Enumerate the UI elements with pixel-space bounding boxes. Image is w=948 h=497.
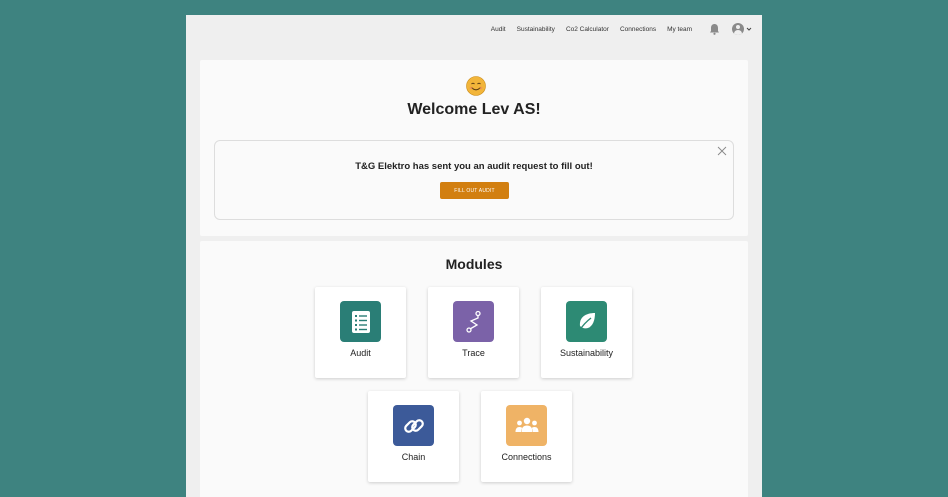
people-icon	[506, 405, 547, 446]
module-label-trace: Trace	[462, 348, 485, 358]
route-icon	[453, 301, 494, 342]
nav-link-my-team[interactable]: My team	[667, 26, 692, 33]
modules-card: Modules Audit Trace Sustainability Chain…	[200, 241, 748, 497]
nav-link-sustainability[interactable]: Sustainability	[517, 26, 555, 33]
module-tile-sustainability[interactable]: Sustainability	[541, 287, 632, 378]
module-tile-trace[interactable]: Trace	[428, 287, 519, 378]
smiley-icon	[466, 76, 486, 96]
chevron-down-icon	[746, 27, 752, 31]
welcome-title: Welcome Lev AS!	[407, 101, 541, 118]
bell-icon[interactable]	[708, 23, 720, 35]
module-label-chain: Chain	[401, 452, 426, 462]
app-window: Audit Sustainability Co2 Calculator Conn…	[186, 15, 762, 497]
avatar-icon	[732, 23, 744, 35]
nav-link-connections[interactable]: Connections	[620, 26, 656, 33]
module-label-sustainability: Sustainability	[559, 348, 614, 358]
modules-title: Modules	[445, 256, 503, 272]
leaf-icon	[566, 301, 607, 342]
module-tile-chain[interactable]: Chain	[368, 391, 459, 482]
checklist-icon	[340, 301, 381, 342]
user-menu[interactable]	[732, 23, 752, 35]
nav-link-audit[interactable]: Audit	[491, 26, 506, 33]
top-navigation: Audit Sustainability Co2 Calculator Conn…	[186, 15, 762, 43]
module-tile-audit[interactable]: Audit	[315, 287, 406, 378]
notice-text: T&G Elektro has sent you an audit reques…	[355, 161, 593, 172]
module-tile-connections[interactable]: Connections	[481, 391, 572, 482]
close-icon[interactable]	[717, 146, 727, 156]
module-label-connections: Connections	[501, 452, 552, 462]
module-label-audit: Audit	[350, 348, 371, 358]
link-icon	[393, 405, 434, 446]
fill-out-audit-button[interactable]: FILL OUT AUDIT	[440, 182, 509, 199]
audit-request-notice: T&G Elektro has sent you an audit reques…	[214, 140, 734, 220]
nav-link-co2-calculator[interactable]: Co2 Calculator	[566, 26, 609, 33]
welcome-card: Welcome Lev AS! T&G Elektro has sent you…	[200, 60, 748, 236]
